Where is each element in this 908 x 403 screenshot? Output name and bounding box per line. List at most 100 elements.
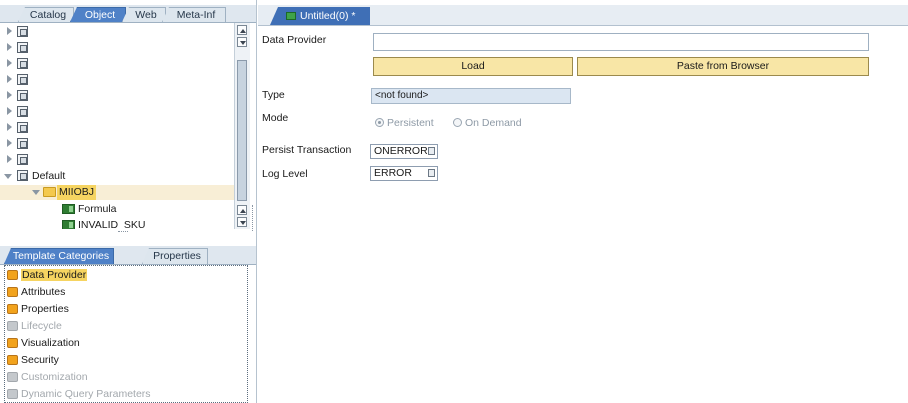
- expand-arrow-icon[interactable]: [7, 155, 12, 163]
- transaction-icon: [62, 220, 75, 229]
- persist-transaction-label: Persist Transaction: [262, 144, 352, 156]
- category-label: Visualization: [21, 337, 80, 349]
- node-icon: [17, 26, 28, 37]
- tree-node-invalid-sku[interactable]: INVALID_SKU: [0, 218, 234, 229]
- splitter-handle[interactable]: [252, 205, 255, 231]
- expand-arrow-icon[interactable]: [7, 91, 12, 99]
- mode-on-demand-radio[interactable]: On Demand: [453, 116, 522, 130]
- data-provider-input[interactable]: [373, 33, 869, 51]
- node-icon: [17, 122, 28, 133]
- tab-label: Web: [135, 9, 157, 21]
- mode-label: Mode: [262, 112, 289, 124]
- category-icon: [7, 372, 18, 382]
- expand-arrow-icon[interactable]: [7, 107, 12, 115]
- tab-object[interactable]: Object: [70, 7, 126, 22]
- persist-transaction-select[interactable]: ONERROR: [370, 144, 438, 159]
- tab-label: Meta-Inf: [176, 9, 216, 21]
- tree-node[interactable]: [0, 89, 116, 104]
- type-label: Type: [262, 89, 285, 101]
- collapse-arrow-icon[interactable]: [4, 174, 12, 179]
- radio-label: Persistent: [387, 117, 434, 129]
- load-button[interactable]: Load: [373, 57, 573, 76]
- node-icon: [17, 154, 28, 165]
- tree-node-folder[interactable]: MIIOBJ: [0, 185, 234, 200]
- category-data-provider[interactable]: Data Provider: [7, 268, 88, 283]
- tree-node[interactable]: [0, 153, 116, 168]
- tree-node[interactable]: [0, 121, 116, 136]
- expand-arrow-icon[interactable]: [7, 75, 12, 83]
- editor-panel: Untitled(0) * Data Provider Load Paste f…: [258, 0, 908, 403]
- tab-web[interactable]: Web: [122, 7, 166, 22]
- tree-node-default[interactable]: Default: [0, 169, 234, 184]
- category-icon: [7, 389, 18, 399]
- tree-node-label: INVALID_SKU: [78, 219, 146, 229]
- template-categories-list: Data Provider Attributes Properties Life…: [4, 265, 248, 403]
- explorer-tabbar: Catalog Object Web Meta-Inf: [0, 5, 256, 23]
- category-visualization[interactable]: Visualization: [7, 336, 80, 351]
- type-field: <not found>: [371, 88, 571, 104]
- object-tree: Default MIIOBJ Formula INVALID_SKU: [0, 23, 234, 229]
- scroll-up-button[interactable]: [237, 25, 247, 35]
- expand-arrow-icon[interactable]: [7, 59, 12, 67]
- tree-node[interactable]: [0, 73, 116, 88]
- load-button-label: Load: [461, 60, 485, 72]
- log-level-select[interactable]: ERROR: [370, 166, 438, 181]
- tab-template-categories[interactable]: Template Categories: [4, 248, 114, 264]
- category-icon: [7, 321, 18, 331]
- tab-meta-inf[interactable]: Meta-Inf: [162, 7, 226, 22]
- tab-label: Properties: [153, 250, 201, 262]
- category-label: Attributes: [21, 286, 66, 298]
- node-icon: [17, 74, 28, 85]
- expand-arrow-icon[interactable]: [7, 139, 12, 147]
- scroll-thumb[interactable]: [237, 60, 247, 201]
- node-icon: [17, 90, 28, 101]
- category-lifecycle: Lifecycle: [7, 319, 62, 334]
- category-icon: [7, 270, 18, 280]
- tree-scrollbar[interactable]: [234, 23, 250, 229]
- mode-persistent-radio[interactable]: Persistent: [375, 116, 434, 130]
- radio-label: On Demand: [465, 117, 522, 129]
- category-security[interactable]: Security: [7, 353, 59, 368]
- splitter-handle[interactable]: [118, 231, 128, 234]
- folder-icon: [43, 187, 56, 197]
- left-panel: Catalog Object Web Meta-Inf Default MIIO…: [0, 0, 257, 403]
- scroll-up-button[interactable]: [237, 205, 247, 215]
- paste-from-browser-button[interactable]: Paste from Browser: [577, 57, 869, 76]
- tree-node-label: MIIOBJ: [57, 185, 97, 200]
- category-properties[interactable]: Properties: [7, 302, 69, 317]
- transaction-icon: [286, 12, 296, 20]
- tree-node[interactable]: [0, 137, 116, 152]
- tab-label: Catalog: [29, 9, 67, 21]
- category-attributes[interactable]: Attributes: [7, 285, 65, 300]
- scroll-down-button[interactable]: [237, 217, 247, 227]
- expand-arrow-icon[interactable]: [7, 43, 12, 51]
- category-label: Properties: [21, 303, 69, 315]
- node-icon: [17, 138, 28, 149]
- category-label: Customization: [21, 371, 88, 383]
- document-tab-label: Untitled(0) *: [300, 10, 356, 22]
- tree-node[interactable]: [0, 25, 116, 40]
- select-value: ERROR: [374, 167, 412, 179]
- tab-label: Template Categories: [12, 250, 110, 262]
- expand-arrow-icon[interactable]: [7, 123, 12, 131]
- node-icon: [17, 170, 28, 181]
- tree-node-formula[interactable]: Formula: [0, 202, 234, 217]
- expand-arrow-icon[interactable]: [7, 27, 12, 35]
- category-icon: [7, 338, 18, 348]
- tab-catalog[interactable]: Catalog: [18, 7, 74, 22]
- dropdown-icon[interactable]: [428, 147, 435, 155]
- collapse-arrow-icon[interactable]: [32, 190, 40, 195]
- data-provider-label: Data Provider: [262, 34, 327, 46]
- document-tab[interactable]: Untitled(0) *: [270, 7, 370, 25]
- tree-node[interactable]: [0, 41, 116, 56]
- tree-node[interactable]: [0, 57, 116, 72]
- category-icon: [7, 304, 18, 314]
- tab-properties[interactable]: Properties: [142, 248, 208, 264]
- tree-node[interactable]: [0, 105, 116, 120]
- dropdown-icon[interactable]: [428, 169, 435, 177]
- categories-tabbar: Template Categories Properties: [0, 246, 256, 265]
- radio-checked-icon: [375, 118, 384, 127]
- scroll-down-button[interactable]: [237, 37, 247, 47]
- category-icon: [7, 355, 18, 365]
- tree-node-label: Default: [32, 170, 66, 182]
